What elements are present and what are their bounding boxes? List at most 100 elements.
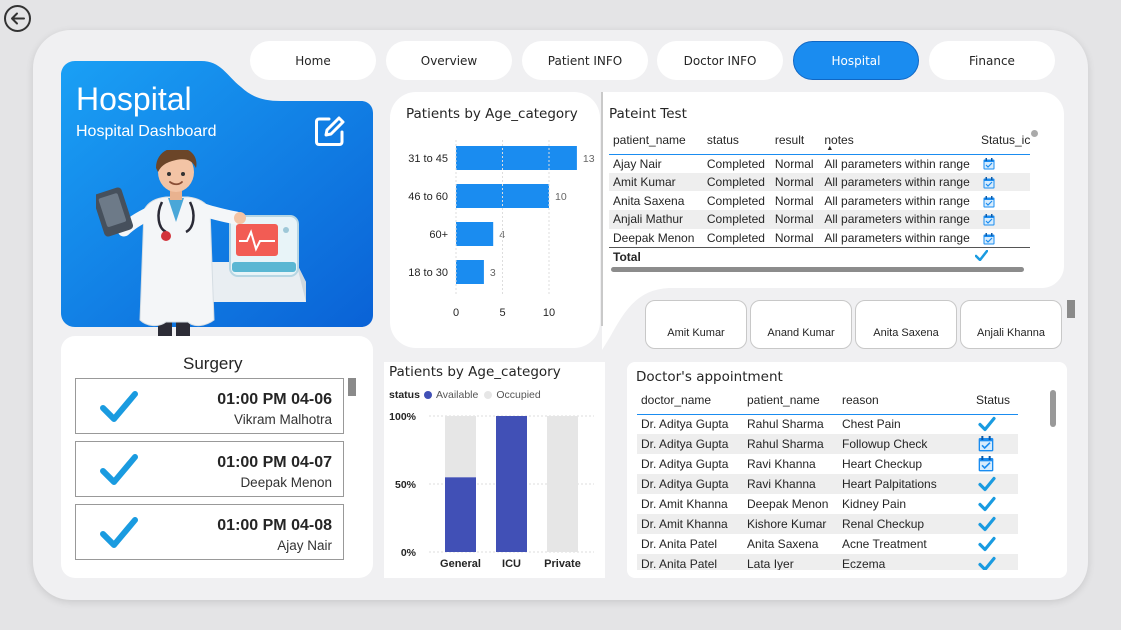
table-row[interactable]: Anita Saxena Completed Normal All parameter…: [609, 191, 1030, 211]
check-icon: [978, 536, 996, 552]
cell-patient-name: Ravi Khanna: [747, 457, 816, 471]
doctor-card[interactable]: Amit Kumar: [645, 300, 747, 349]
surgery-item[interactable]: 01:00 PM 04-08 Ajay Nair: [75, 504, 344, 560]
cell-doctor-name: Dr. Aditya Gupta: [641, 437, 729, 451]
column-header[interactable]: patient_name: [747, 386, 842, 414]
legend-title: status: [389, 389, 420, 401]
table-row[interactable]: Dr. Aditya Gupta Ravi Khanna Heart Checkup: [637, 454, 1018, 474]
x-tick-label: 5: [499, 307, 505, 319]
surgery-item[interactable]: 01:00 PM 04-07 Deepak Menon: [75, 441, 344, 497]
legend-occupied-label: Occupied: [496, 389, 541, 401]
cell-reason: Acne Treatment: [842, 537, 927, 551]
doctor-illustration: [96, 150, 306, 348]
x-tick-label: 10: [543, 307, 555, 319]
bar[interactable]: [456, 146, 577, 170]
bar-segment-occupied[interactable]: [445, 416, 476, 478]
cell-result: Normal: [774, 193, 814, 208]
legend-swatch-available: [423, 391, 432, 399]
doctor-card[interactable]: Anita Saxena: [855, 300, 957, 349]
tab-doctor-info[interactable]: Doctor INFO: [657, 41, 783, 80]
tab-hospital[interactable]: Hospital: [793, 41, 919, 80]
doctor-card[interactable]: Anjali Khanna: [960, 300, 1062, 349]
surgery-title: Surgery: [183, 354, 243, 373]
check-icon: [978, 556, 996, 570]
x-tick-label: 0: [453, 307, 459, 319]
calendar-icon: [983, 232, 995, 245]
column-header[interactable]: Status_icon: [981, 126, 1030, 154]
surgery-time: 01:00 PM 04-07: [217, 454, 332, 471]
back-button[interactable]: [4, 5, 31, 32]
bar-segment-available[interactable]: [445, 477, 476, 552]
doctor-cards-scrollbar[interactable]: [1067, 300, 1075, 318]
cell-notes: All parameters within range: [824, 175, 970, 190]
table-row[interactable]: Dr. Anita Patel Lata Iyer Eczema: [637, 554, 1018, 570]
table-row[interactable]: Dr. Aditya Gupta Rahul Sharma Followup Che…: [637, 434, 1018, 454]
patient-test-table: patient_name status result notes ▲ Status…: [609, 126, 1030, 248]
cell-status-icon: [976, 454, 1018, 474]
column-header[interactable]: Status: [976, 386, 1018, 414]
table-row[interactable]: Dr. Amit Khanna Deepak Menon Kidney Pain: [637, 494, 1018, 514]
cell-status-icon: [976, 474, 1018, 494]
column-header[interactable]: doctor_name: [637, 386, 747, 414]
cell-status-icon: [976, 534, 1018, 554]
data-label: 13: [583, 153, 595, 165]
table-row[interactable]: Dr. Aditya Gupta Ravi Khanna Heart Palpita…: [637, 474, 1018, 494]
cell-doctor-name: Dr. Amit Khanna: [641, 517, 728, 531]
cell-result: Normal: [774, 175, 814, 190]
table-row[interactable]: Dr. Amit Khanna Kishore Kumar Renal Checku…: [637, 514, 1018, 534]
column-header[interactable]: patient_name: [609, 126, 707, 154]
cell-status: Completed: [706, 175, 765, 190]
y-tick-label: 50%: [395, 479, 417, 491]
column-header[interactable]: result: [775, 126, 824, 154]
cell-patient-name: Anita Saxena: [747, 537, 819, 551]
appointment-scrollbar[interactable]: [1050, 390, 1056, 427]
edit-icon[interactable]: [313, 114, 347, 148]
surgery-patient: Vikram Malhotra: [233, 412, 332, 427]
cell-status: Completed: [706, 193, 765, 208]
data-label: 10: [555, 191, 567, 203]
column-header[interactable]: reason: [842, 386, 976, 414]
cell-status-icon: [981, 173, 1030, 192]
cell-status-icon: [981, 229, 1030, 248]
legend-available-label: Available: [435, 389, 479, 401]
cell-reason: Chest Pain: [842, 417, 901, 432]
surgery-item[interactable]: 01:00 PM 04-06 Vikram Malhotra: [75, 378, 344, 434]
column-header[interactable]: status: [707, 126, 775, 154]
table-row[interactable]: Anjali Mathur Completed Normal All paramete…: [609, 210, 1030, 229]
calendar-icon: [983, 214, 995, 226]
check-icon: [100, 391, 138, 422]
bar[interactable]: [456, 260, 484, 284]
table-row[interactable]: Dr. Anita Patel Anita Saxena Acne Treatmen…: [637, 534, 1018, 554]
table-row[interactable]: Ajay Nair Completed Normal All parameters w…: [609, 154, 1030, 173]
bar[interactable]: [456, 222, 494, 246]
sort-ascending-icon: ▲: [826, 145, 834, 152]
tab-patient-info[interactable]: Patient INFO: [522, 41, 648, 80]
more-options-dot[interactable]: [1031, 130, 1038, 137]
check-icon: [978, 476, 996, 492]
tab-finance[interactable]: Finance: [929, 41, 1055, 80]
table-row[interactable]: Amit Kumar Completed Normal All parameters …: [609, 172, 1030, 192]
surgery-time: 01:00 PM 04-08: [217, 517, 332, 534]
patient-test-table-wrap: patient_name status result notes ▲ Status…: [609, 126, 1030, 266]
doctor-card[interactable]: Anand Kumar: [750, 300, 852, 349]
cell-doctor-name: Dr. Aditya Gupta: [641, 457, 729, 471]
calendar-icon: [978, 436, 994, 452]
bar-segment-occupied[interactable]: [547, 416, 578, 552]
cell-doctor-name: Dr. Anita Patel: [641, 557, 718, 570]
surgery-scrollbar[interactable]: [348, 378, 356, 396]
table-row[interactable]: Dr. Aditya Gupta Rahul Sharma Chest Pain: [637, 414, 1018, 434]
cell-notes: All parameters within range: [824, 193, 970, 208]
data-label: 4: [499, 229, 505, 241]
cell-result: Normal: [774, 231, 814, 246]
cell-patient-name: Rahul Sharma: [747, 417, 824, 432]
patient-test-scrollbar[interactable]: [611, 267, 1024, 272]
tab-overview[interactable]: Overview: [386, 41, 512, 80]
column-header[interactable]: notes ▲: [824, 126, 981, 154]
table-row[interactable]: Deepak Menon Completed Normal All parameter…: [609, 228, 1030, 248]
cell-status: Completed: [706, 212, 765, 227]
cell-status: Completed: [706, 231, 765, 246]
cell-notes: All parameters within range: [824, 156, 970, 171]
calendar-icon: [983, 195, 995, 208]
category-label: 31 to 45: [408, 153, 448, 165]
bar-segment-available[interactable]: [496, 416, 527, 552]
